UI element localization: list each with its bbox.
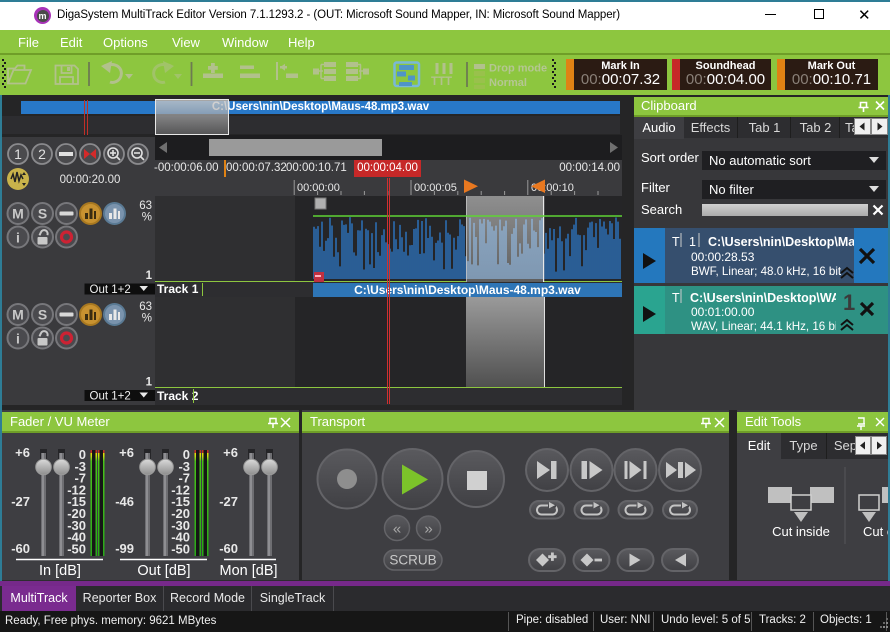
svg-text:i: i — [16, 230, 20, 246]
svg-text:63: 63 — [139, 301, 152, 313]
svg-text:-60: -60 — [11, 541, 30, 556]
svg-text:-99: -99 — [115, 541, 134, 556]
svg-text:%: % — [142, 313, 152, 325]
svg-text:-50: -50 — [171, 541, 190, 556]
svg-text:-27: -27 — [11, 494, 30, 509]
svg-text:Out 1+2: Out 1+2 — [90, 284, 131, 296]
svg-text:63: 63 — [139, 200, 152, 212]
svg-text:-50: -50 — [67, 541, 86, 556]
svg-text:1: 1 — [843, 290, 855, 315]
svg-text:SCRUB: SCRUB — [389, 553, 436, 568]
svg-text:S: S — [38, 307, 47, 323]
svg-text:00:00:00: 00:00:00 — [297, 182, 340, 194]
svg-text:00:00:05: 00:00:05 — [414, 182, 457, 194]
svg-text:Mon [dB]: Mon [dB] — [219, 563, 277, 579]
svg-text:-27: -27 — [219, 494, 238, 509]
svg-text:Normal: Normal — [489, 77, 527, 89]
svg-text:+6: +6 — [15, 445, 30, 460]
svg-text:S: S — [38, 206, 47, 222]
svg-text:00:00:28.53: 00:00:28.53 — [691, 250, 755, 264]
svg-text:T: T — [672, 235, 680, 249]
svg-text:Cut o: Cut o — [863, 524, 888, 539]
svg-text:M: M — [12, 307, 24, 323]
svg-text:i: i — [16, 331, 20, 347]
svg-text:Out [dB]: Out [dB] — [137, 563, 190, 579]
svg-text:1: 1 — [146, 377, 153, 389]
svg-text:C:\Users\nin\Desktop\Maus: C:\Users\nin\Desktop\Maus — [708, 235, 870, 249]
svg-text:TTT: TTT — [431, 76, 452, 88]
svg-text:%: % — [142, 212, 152, 224]
svg-text:1: 1 — [14, 146, 22, 162]
svg-text:00:00:20.00: 00:00:20.00 — [60, 174, 121, 186]
svg-text:+6: +6 — [119, 445, 134, 460]
svg-text:T: T — [672, 291, 680, 305]
svg-text:In [dB]: In [dB] — [39, 563, 81, 579]
svg-text:Out 1+2: Out 1+2 — [90, 391, 131, 403]
svg-text:WAV, Linear; 44.1 kHz, 16 bi: WAV, Linear; 44.1 kHz, 16 bi — [691, 320, 838, 333]
svg-text:2: 2 — [38, 146, 46, 162]
svg-text:+6: +6 — [223, 445, 238, 460]
svg-text:-60: -60 — [219, 541, 238, 556]
svg-text:Drop mode: Drop mode — [489, 63, 547, 75]
svg-text:M: M — [12, 206, 24, 222]
svg-text:-46: -46 — [115, 494, 134, 509]
svg-text:1: 1 — [689, 235, 696, 249]
svg-text:1: 1 — [146, 270, 153, 282]
svg-text:«: « — [393, 521, 401, 538]
svg-text:Cut inside: Cut inside — [772, 524, 830, 539]
svg-text:C:\Users\nin\Desktop\WAV: C:\Users\nin\Desktop\WAV — [690, 291, 848, 305]
svg-text:00:01:00.00: 00:01:00.00 — [691, 305, 755, 319]
svg-text:BWF, Linear; 48.0 kHz, 16 bit: BWF, Linear; 48.0 kHz, 16 bit — [691, 265, 842, 278]
svg-text:»: » — [424, 521, 432, 538]
